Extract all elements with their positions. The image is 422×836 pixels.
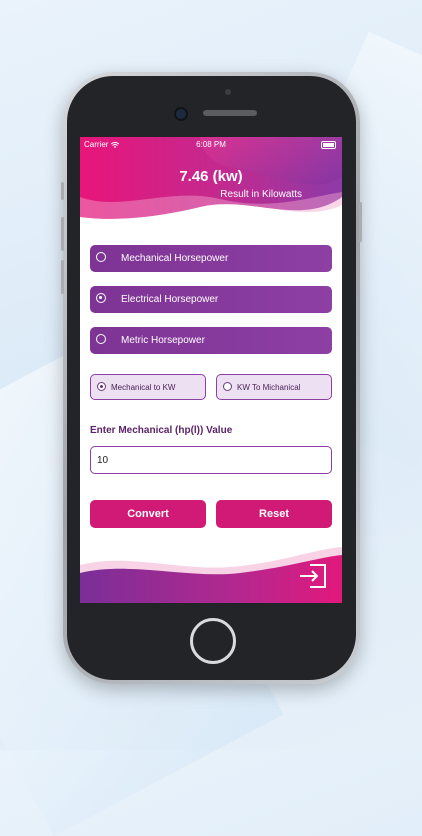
earpiece [203, 110, 257, 116]
volume-down-button [61, 260, 64, 294]
mode-label: KW To Michanical [237, 383, 301, 392]
radio-unselected-icon [96, 252, 106, 262]
option-label: Electrical Horsepower [121, 294, 219, 305]
option-label: Mechanical Horsepower [121, 253, 229, 264]
status-time: 6:08 PM [196, 140, 226, 149]
mode-label: Mechanical to KW [111, 383, 176, 392]
result-label: Result in Kilowatts [220, 189, 302, 200]
sensor-dot [225, 89, 231, 95]
option-label: Metric Horsepower [121, 335, 205, 346]
power-button [359, 202, 362, 242]
status-bar: Carrier 6:08 PM [80, 137, 342, 151]
front-camera [174, 107, 188, 121]
input-label: Enter Mechanical (hp(l)) Value [90, 425, 233, 436]
result-value: 7.46 (kw) [179, 168, 243, 185]
home-button[interactable] [190, 618, 236, 664]
radio-selected-icon [96, 293, 106, 303]
value-input[interactable] [90, 446, 332, 474]
radio-unselected-icon [96, 334, 106, 344]
battery-icon [321, 141, 336, 149]
exit-icon[interactable] [298, 563, 328, 589]
option-mechanical-horsepower[interactable]: Mechanical Horsepower [90, 245, 332, 272]
convert-button[interactable]: Convert [90, 500, 206, 528]
mute-switch [61, 182, 64, 200]
reset-button[interactable]: Reset [216, 500, 332, 528]
volume-up-button [61, 217, 64, 251]
radio-unselected-icon [223, 382, 232, 391]
option-metric-horsepower[interactable]: Metric Horsepower [90, 327, 332, 354]
radio-selected-icon [97, 382, 106, 391]
mode-mechanical-to-kw[interactable]: Mechanical to KW [90, 374, 206, 400]
option-electrical-horsepower[interactable]: Electrical Horsepower [90, 286, 332, 313]
mode-kw-to-mechanical[interactable]: KW To Michanical [216, 374, 332, 400]
app-screen: Carrier 6:08 PM 7.46 (kw) Result in Kilo… [80, 137, 342, 603]
